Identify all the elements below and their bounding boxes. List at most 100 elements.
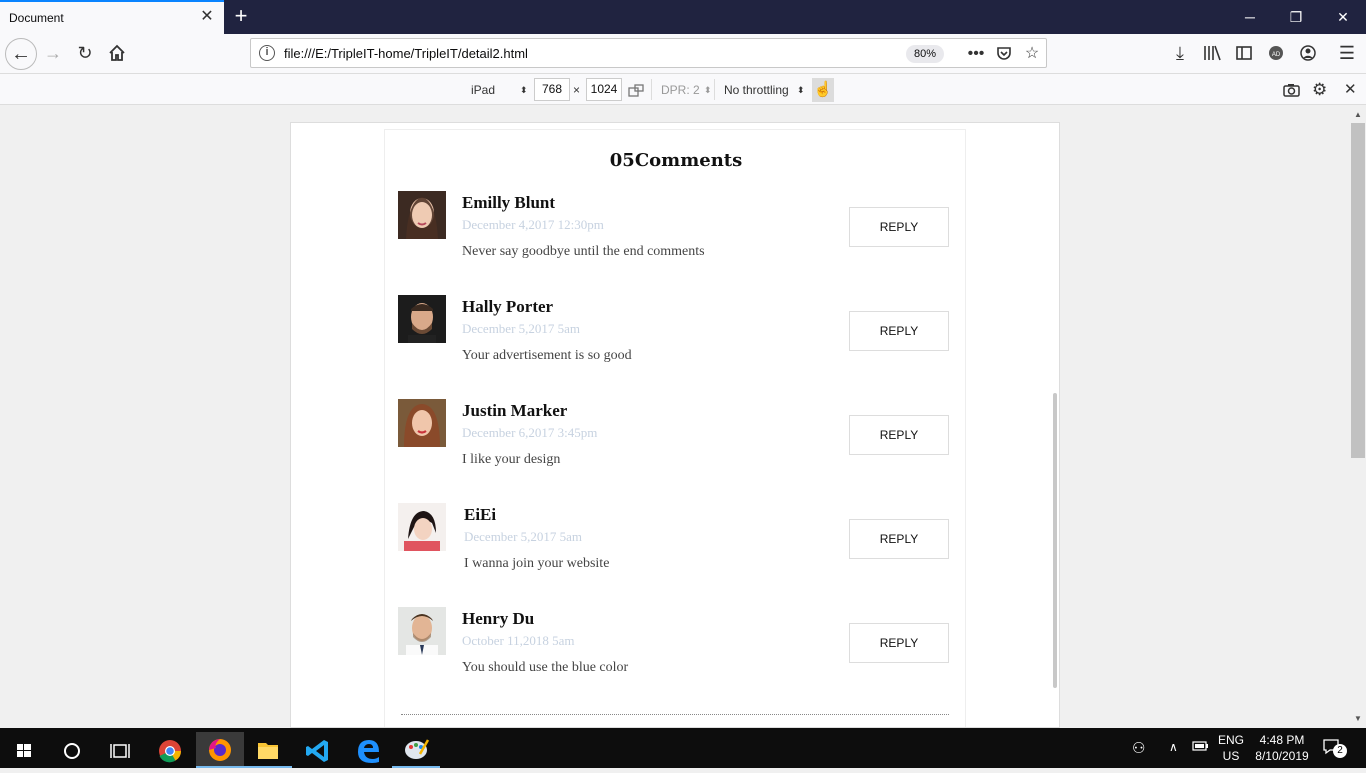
device-viewport: 05Comments Emilly Blunt December 4,2017 …	[290, 122, 1060, 728]
reply-button[interactable]: REPLY	[849, 415, 949, 455]
menu-icon[interactable]: ☰	[1334, 40, 1360, 66]
commenter-name: Henry Du	[462, 609, 535, 628]
comment-text: Your advertisement is so good	[462, 348, 632, 363]
comment-item: Hally Porter December 5,2017 5am Your ad…	[398, 295, 953, 399]
tab-title: Document	[9, 11, 64, 25]
firefox-icon[interactable]	[196, 732, 244, 768]
forward-icon[interactable]: →	[40, 40, 66, 66]
screenshot-icon[interactable]	[1283, 80, 1300, 100]
scroll-thumb[interactable]	[1351, 123, 1365, 458]
device-select[interactable]: iPad	[471, 80, 495, 100]
comment-date: December 4,2017 12:30pm	[462, 217, 604, 232]
comments-title: 05Comments	[609, 150, 743, 171]
device-select-arrow-icon[interactable]: ⬍	[520, 80, 528, 100]
commenter-name: Justin Marker	[462, 401, 568, 420]
scroll-up-icon[interactable]: ▲	[1353, 110, 1363, 120]
clock-date[interactable]: 8/10/2019	[1252, 749, 1312, 763]
device-scrollbar[interactable]	[1053, 393, 1057, 688]
avatar	[398, 607, 446, 655]
minimize-icon[interactable]: ─	[1241, 8, 1259, 26]
toolbar-separator	[714, 79, 715, 100]
dpr-arrow-icon[interactable]: ⬍	[704, 80, 712, 100]
sidebar-icon[interactable]	[1231, 40, 1257, 66]
more-icon[interactable]: •••	[965, 43, 987, 65]
home-icon[interactable]	[104, 40, 130, 66]
comment-text: I wanna join your website	[464, 556, 610, 571]
reload-icon[interactable]: ↻	[72, 40, 98, 66]
scroll-down-icon[interactable]: ▼	[1353, 714, 1363, 724]
file-explorer-icon[interactable]	[244, 732, 292, 768]
info-icon[interactable]: i	[259, 45, 275, 61]
windows-taskbar: ⚇ ∧ ENG US 4:48 PM 8/10/2019 2	[0, 728, 1366, 768]
comment-item: Henry Du October 11,2018 5am You should …	[398, 607, 953, 711]
comment-item: EiEi December 5,2017 5am I wanna join yo…	[398, 503, 953, 607]
avatar	[398, 399, 446, 447]
account-icon[interactable]	[1295, 40, 1321, 66]
comment-item: Justin Marker December 6,2017 3:45pm I l…	[398, 399, 953, 503]
comment-text: You should use the blue color	[462, 660, 629, 675]
window-close-icon[interactable]: ✕	[1334, 8, 1352, 26]
commenter-name: Hally Porter	[462, 297, 554, 316]
avatar	[398, 503, 446, 551]
pocket-icon[interactable]	[993, 43, 1015, 65]
dimension-separator: ×	[573, 83, 581, 97]
extension-icon[interactable]: AD	[1263, 40, 1289, 66]
edge-icon[interactable]	[344, 732, 392, 768]
people-icon[interactable]: ⚇	[1132, 739, 1145, 757]
comment-date: December 6,2017 3:45pm	[462, 425, 598, 440]
section-divider	[401, 714, 949, 715]
bookmark-star-icon[interactable]: ☆	[1021, 43, 1043, 65]
url-text[interactable]: file:///E:/TripleIT-home/TripleIT/detail…	[284, 46, 528, 61]
zoom-badge[interactable]: 80%	[906, 45, 944, 63]
page-scrollbar[interactable]: ▲ ▼	[1350, 105, 1366, 728]
comment-item: Emilly Blunt December 4,2017 12:30pm Nev…	[398, 191, 953, 295]
chrome-icon[interactable]	[146, 732, 194, 768]
browser-tab[interactable]: Document ✕	[0, 0, 224, 34]
battery-icon[interactable]	[1192, 740, 1210, 755]
commenter-name: Emilly Blunt	[462, 193, 556, 212]
viewport-height-input[interactable]: 1024	[586, 78, 622, 101]
browser-titlebar: Document ✕ + ─ ❐ ✕	[0, 0, 1366, 34]
touch-simulation-icon[interactable]: ☝	[812, 78, 834, 102]
clock-time[interactable]: 4:48 PM	[1252, 733, 1312, 747]
new-tab-icon[interactable]: +	[230, 5, 252, 27]
cortana-icon[interactable]	[48, 732, 96, 768]
comments-card: 05Comments Emilly Blunt December 4,2017 …	[384, 129, 966, 727]
viewport-width-input[interactable]: 768	[534, 78, 570, 101]
language-bottom[interactable]: US	[1216, 749, 1246, 763]
avatar	[398, 295, 446, 343]
reply-button[interactable]: REPLY	[849, 311, 949, 351]
throttling-arrow-icon[interactable]: ⬍	[797, 80, 805, 100]
comment-text: I like your design	[462, 452, 561, 467]
comment-text: Never say goodbye until the end comments	[462, 244, 705, 259]
notification-badge: 2	[1333, 744, 1347, 758]
throttling-select[interactable]: No throttling	[724, 80, 789, 100]
viewport-area: 05Comments Emilly Blunt December 4,2017 …	[0, 105, 1350, 728]
download-icon[interactable]: ⤓	[1167, 40, 1193, 66]
back-icon[interactable]: ←	[5, 38, 37, 70]
rotate-icon[interactable]	[628, 80, 644, 100]
reply-button[interactable]: REPLY	[849, 623, 949, 663]
language-top[interactable]: ENG	[1216, 733, 1246, 747]
url-bar[interactable]: i file:///E:/TripleIT-home/TripleIT/deta…	[250, 38, 1047, 68]
svg-text:AD: AD	[1272, 52, 1281, 58]
task-view-icon[interactable]	[96, 732, 144, 768]
library-icon[interactable]	[1199, 40, 1225, 66]
avatar	[398, 191, 446, 239]
navigation-toolbar: ← → ↻ i file:///E:/TripleIT-home/TripleI…	[0, 34, 1366, 74]
restore-icon[interactable]: ❐	[1287, 8, 1305, 26]
comment-date: December 5,2017 5am	[464, 529, 583, 544]
reply-button[interactable]: REPLY	[849, 207, 949, 247]
tab-close-icon[interactable]: ✕	[199, 9, 215, 25]
tray-chevron-icon[interactable]: ∧	[1169, 740, 1178, 754]
responsive-design-toolbar: iPad ⬍ 768 × 1024 DPR: 2 ⬍ No throttling…	[0, 74, 1366, 105]
reply-button[interactable]: REPLY	[849, 519, 949, 559]
dpr-select[interactable]: DPR: 2	[661, 80, 700, 100]
close-rdm-icon[interactable]: ✕	[1344, 80, 1357, 100]
settings-gear-icon[interactable]: ⚙	[1312, 80, 1327, 100]
vscode-icon[interactable]	[294, 732, 342, 768]
windows-start-icon[interactable]	[0, 732, 48, 768]
toolbar-separator	[651, 79, 652, 100]
paint-icon[interactable]	[392, 732, 440, 768]
commenter-name: EiEi	[464, 505, 497, 524]
